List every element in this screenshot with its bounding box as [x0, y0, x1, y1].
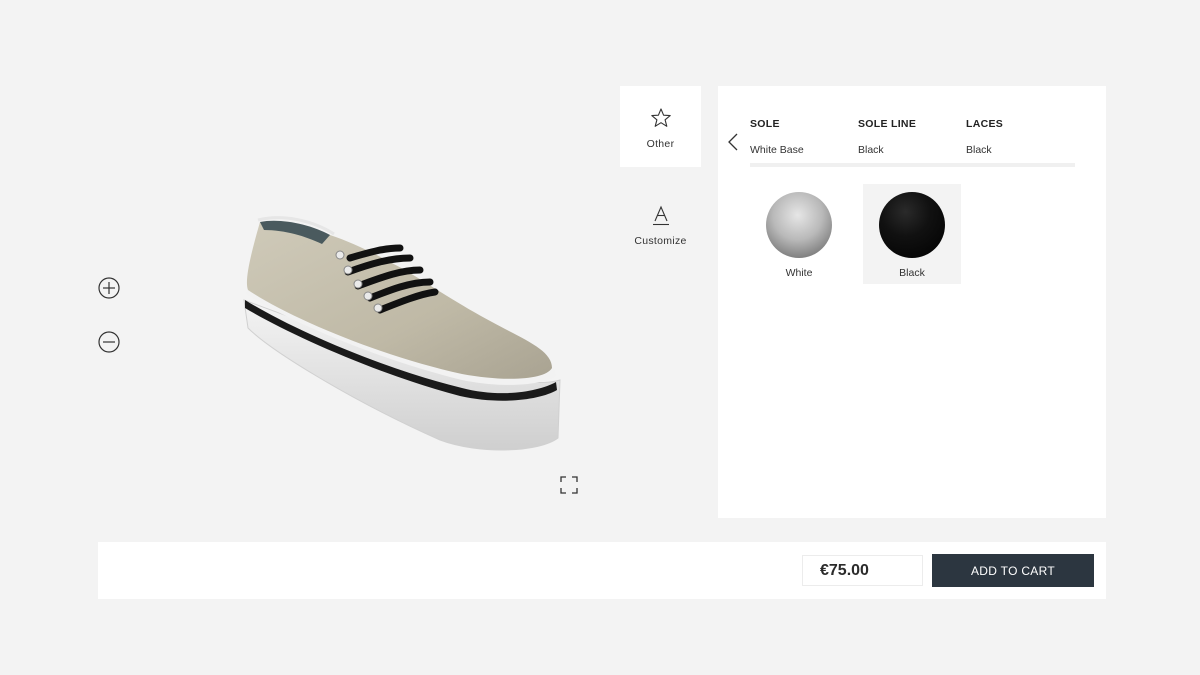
zoom-out-icon[interactable] [97, 330, 121, 354]
color-ball [879, 192, 945, 258]
part-value: Black [966, 144, 992, 156]
fullscreen-icon[interactable] [559, 475, 579, 495]
zoom-in-icon[interactable] [97, 276, 121, 300]
tab-other-label: Other [646, 138, 675, 150]
tab-customize-label: Customize [634, 235, 687, 247]
star-icon [650, 107, 672, 129]
swatch-label: White [785, 267, 813, 279]
swatch-black[interactable]: Black [863, 184, 961, 284]
shoe-3d-model[interactable] [230, 200, 575, 465]
checkout-bar: €75.00 ADD TO CART [98, 542, 1106, 599]
color-ball [766, 192, 832, 258]
parts-scrollbar[interactable] [750, 163, 1075, 167]
options-panel: SOLE White Base SOLE LINE Black LACES Bl… [718, 86, 1106, 518]
part-sole[interactable]: SOLE White Base [750, 118, 804, 156]
swatch-label: Black [899, 267, 925, 279]
product-viewer[interactable] [0, 0, 620, 520]
text-a-icon [650, 204, 672, 226]
part-title: LACES [966, 118, 1004, 130]
add-to-cart-button[interactable]: ADD TO CART [932, 554, 1094, 587]
price-display: €75.00 [802, 555, 923, 586]
chevron-left-icon[interactable] [726, 132, 740, 152]
swatch-white[interactable]: White [750, 184, 848, 284]
part-sole-line[interactable]: SOLE LINE Black [858, 118, 916, 156]
part-value: Black [858, 144, 884, 156]
part-title: SOLE [750, 118, 780, 130]
part-laces[interactable]: LACES Black [966, 118, 1003, 156]
part-title: SOLE LINE [858, 118, 917, 130]
tab-customize[interactable]: Customize [620, 183, 701, 264]
part-value: White Base [750, 144, 804, 156]
tab-other[interactable]: Other [620, 86, 701, 167]
